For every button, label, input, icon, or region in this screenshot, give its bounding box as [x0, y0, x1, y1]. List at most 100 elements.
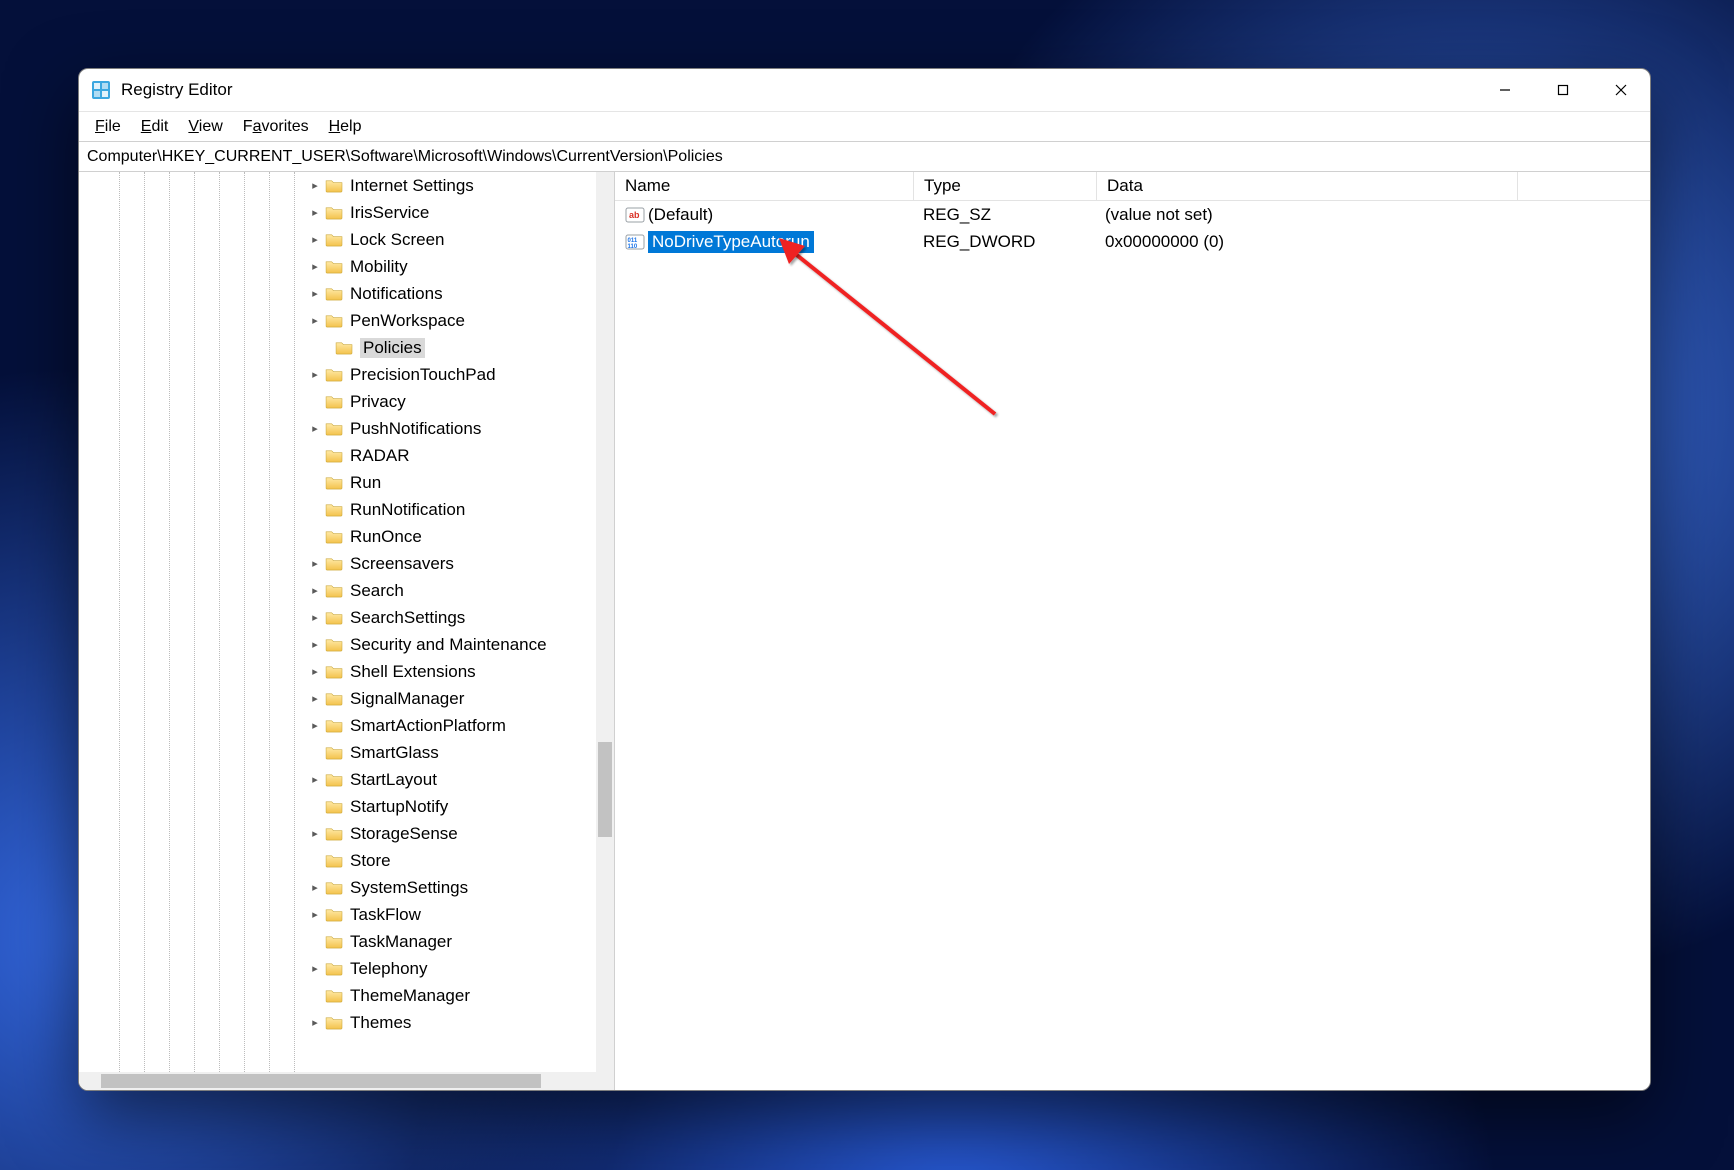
tree-item-runonce[interactable]: ▸RunOnce: [79, 523, 596, 550]
tree-item-notifications[interactable]: ▸Notifications: [79, 280, 596, 307]
value-data: (value not set): [1095, 201, 1515, 228]
column-type[interactable]: Type: [914, 172, 1097, 200]
body: ▸Internet Settings▸IrisService▸Lock Scre…: [79, 172, 1650, 1090]
tree-item-runnotification[interactable]: ▸RunNotification: [79, 496, 596, 523]
expand-chevron-icon[interactable]: ▸: [305, 260, 325, 273]
registry-editor-window: Registry Editor File Edit View Favorites…: [78, 68, 1651, 1091]
close-button[interactable]: [1592, 69, 1650, 111]
folder-icon: [325, 1015, 344, 1030]
value-row[interactable]: NoDriveTypeAutorunREG_DWORD0x00000000 (0…: [615, 228, 1650, 255]
menu-favorites[interactable]: Favorites: [233, 115, 319, 139]
tree-item-smartactionplatform[interactable]: ▸SmartActionPlatform: [79, 712, 596, 739]
menu-help[interactable]: Help: [319, 115, 372, 139]
tree-item-precisiontouchpad[interactable]: ▸PrecisionTouchPad: [79, 361, 596, 388]
tree-item-label: PenWorkspace: [350, 311, 465, 331]
tree-item-internet-settings[interactable]: ▸Internet Settings: [79, 172, 596, 199]
tree-item-systemsettings[interactable]: ▸SystemSettings: [79, 874, 596, 901]
tree-item-label: Mobility: [350, 257, 408, 277]
scrollbar-thumb[interactable]: [101, 1074, 541, 1088]
tree-item-search[interactable]: ▸Search: [79, 577, 596, 604]
folder-icon: [325, 475, 344, 490]
folder-icon: [325, 880, 344, 895]
tree-item-smartglass[interactable]: ▸SmartGlass: [79, 739, 596, 766]
tree-item-taskflow[interactable]: ▸ TaskFlow: [79, 901, 596, 928]
expand-chevron-icon[interactable]: ▸: [305, 611, 325, 624]
tree-item-lock-screen[interactable]: ▸ Lock Screen: [79, 226, 596, 253]
tree-item-label: SearchSettings: [350, 608, 465, 628]
list-pane[interactable]: Name Type Data (Default)REG_SZ(value not…: [615, 172, 1650, 1090]
folder-icon: [325, 502, 344, 517]
regedit-icon: [91, 80, 111, 100]
tree-vertical-scrollbar[interactable]: [596, 172, 614, 1072]
tree-item-signalmanager[interactable]: ▸SignalManager: [79, 685, 596, 712]
window-title: Registry Editor: [121, 80, 232, 100]
reg-dword-icon: [625, 232, 645, 252]
expand-chevron-icon[interactable]: ▸: [305, 665, 325, 678]
expand-chevron-icon[interactable]: ▸: [305, 179, 325, 192]
tree-item-screensavers[interactable]: ▸Screensavers: [79, 550, 596, 577]
menubar: File Edit View Favorites Help: [79, 112, 1650, 142]
tree[interactable]: ▸Internet Settings▸IrisService▸Lock Scre…: [79, 172, 596, 1072]
folder-icon: [325, 907, 344, 922]
folder-icon: [325, 448, 344, 463]
column-data[interactable]: Data: [1097, 172, 1518, 200]
tree-item-store[interactable]: ▸Store: [79, 847, 596, 874]
tree-item-label: Policies: [360, 338, 425, 358]
tree-pane[interactable]: ▸Internet Settings▸IrisService▸Lock Scre…: [79, 172, 615, 1090]
expand-chevron-icon[interactable]: ▸: [305, 1016, 325, 1029]
tree-item-label: Lock Screen: [350, 230, 445, 250]
folder-icon: [325, 583, 344, 598]
tree-item-label: TaskFlow: [350, 905, 421, 925]
expand-chevron-icon[interactable]: ▸: [305, 368, 325, 381]
expand-chevron-icon[interactable]: ▸: [305, 584, 325, 597]
titlebar[interactable]: Registry Editor: [79, 69, 1650, 112]
tree-item-policies[interactable]: ▸Policies: [79, 334, 596, 361]
expand-chevron-icon[interactable]: ▸: [305, 314, 325, 327]
tree-item-privacy[interactable]: ▸Privacy: [79, 388, 596, 415]
expand-chevron-icon[interactable]: ▸: [305, 908, 325, 921]
expand-chevron-icon[interactable]: ▸: [305, 773, 325, 786]
expand-chevron-icon[interactable]: ▸: [305, 287, 325, 300]
tree-item-thememanager[interactable]: ▸ThemeManager: [79, 982, 596, 1009]
expand-chevron-icon[interactable]: ▸: [305, 557, 325, 570]
tree-item-radar[interactable]: ▸RADAR: [79, 442, 596, 469]
expand-chevron-icon[interactable]: ▸: [305, 692, 325, 705]
menu-view[interactable]: View: [178, 115, 232, 139]
expand-chevron-icon[interactable]: ▸: [305, 206, 325, 219]
tree-item-shell-extensions[interactable]: ▸Shell Extensions: [79, 658, 596, 685]
tree-item-startlayout[interactable]: ▸StartLayout: [79, 766, 596, 793]
tree-item-themes[interactable]: ▸Themes: [79, 1009, 596, 1036]
expand-chevron-icon[interactable]: ▸: [305, 827, 325, 840]
tree-item-security-and-maintenance[interactable]: ▸Security and Maintenance: [79, 631, 596, 658]
expand-chevron-icon[interactable]: ▸: [305, 233, 325, 246]
expand-chevron-icon[interactable]: ▸: [305, 638, 325, 651]
address-bar[interactable]: Computer\HKEY_CURRENT_USER\Software\Micr…: [79, 142, 1650, 172]
expand-chevron-icon[interactable]: ▸: [305, 719, 325, 732]
tree-item-penworkspace[interactable]: ▸ PenWorkspace: [79, 307, 596, 334]
minimize-button[interactable]: [1476, 69, 1534, 111]
value-row[interactable]: (Default)REG_SZ(value not set): [615, 201, 1650, 228]
column-name[interactable]: Name: [615, 172, 914, 200]
menu-file[interactable]: File: [85, 115, 131, 139]
expand-chevron-icon[interactable]: ▸: [305, 422, 325, 435]
tree-item-storagesense[interactable]: ▸StorageSense: [79, 820, 596, 847]
tree-item-run[interactable]: ▸Run: [79, 469, 596, 496]
tree-horizontal-scrollbar[interactable]: [79, 1072, 596, 1090]
tree-item-taskmanager[interactable]: ▸TaskManager: [79, 928, 596, 955]
maximize-button[interactable]: [1534, 69, 1592, 111]
tree-item-telephony[interactable]: ▸ Telephony: [79, 955, 596, 982]
tree-item-searchsettings[interactable]: ▸ SearchSettings: [79, 604, 596, 631]
tree-item-startupnotify[interactable]: ▸StartupNotify: [79, 793, 596, 820]
expand-chevron-icon[interactable]: ▸: [305, 881, 325, 894]
list-header[interactable]: Name Type Data: [615, 172, 1650, 201]
tree-item-label: Telephony: [350, 959, 428, 979]
tree-item-irisservice[interactable]: ▸IrisService: [79, 199, 596, 226]
tree-item-mobility[interactable]: ▸ Mobility: [79, 253, 596, 280]
folder-icon: [325, 637, 344, 652]
tree-item-label: TaskManager: [350, 932, 452, 952]
scrollbar-thumb[interactable]: [598, 742, 612, 837]
tree-item-pushnotifications[interactable]: ▸PushNotifications: [79, 415, 596, 442]
menu-edit[interactable]: Edit: [131, 115, 179, 139]
expand-chevron-icon[interactable]: ▸: [305, 962, 325, 975]
tree-item-label: Privacy: [350, 392, 406, 412]
